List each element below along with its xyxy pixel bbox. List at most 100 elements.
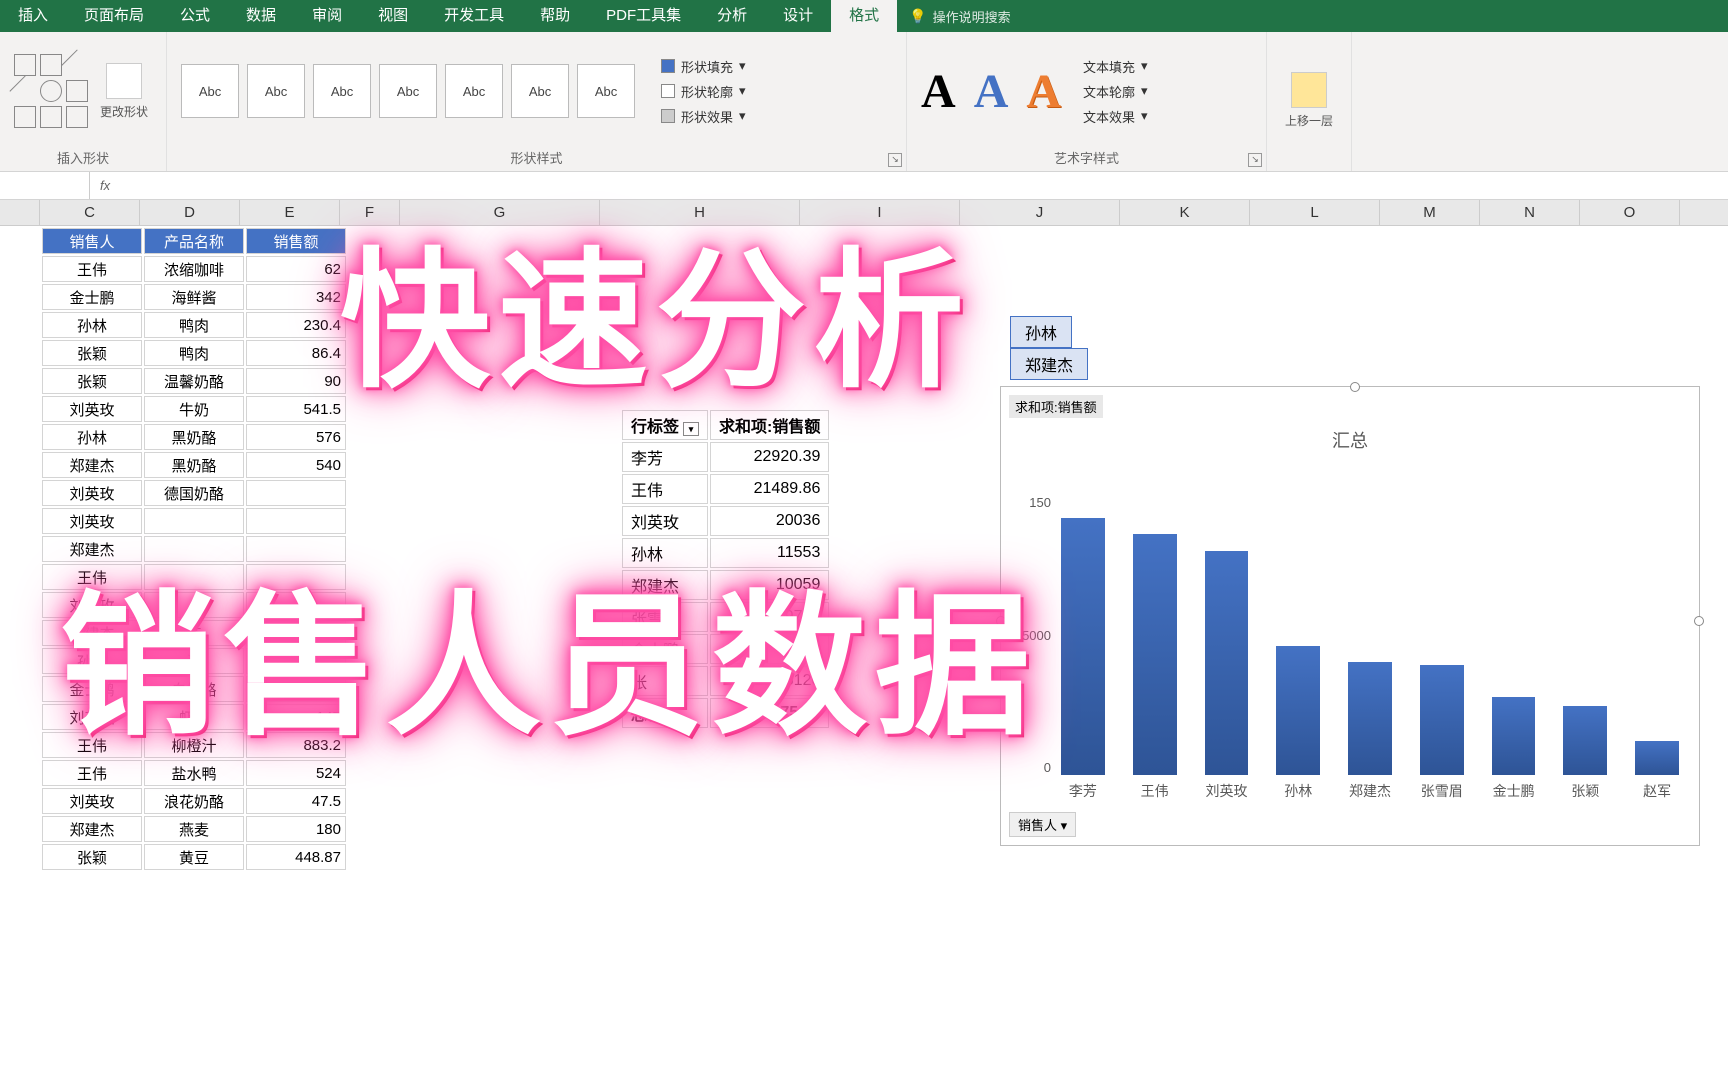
table-row[interactable]: 金士鹏白奶酪1280 [42,676,346,702]
table-row[interactable]: 孙林鸭肉230.4 [42,312,346,338]
shape-textbox-icon[interactable] [14,54,36,76]
shape-style-2[interactable]: Abc [247,64,305,118]
chart-bar[interactable] [1348,662,1392,775]
chart-title[interactable]: 汇总 [1001,427,1699,453]
shape-outline-button[interactable]: 形状轮廓 ▾ [661,82,746,101]
chart-resize-handle[interactable] [1694,616,1704,626]
table-row[interactable]: 张颖黄豆448.87 [42,844,346,870]
table-row[interactable]: 孙林黑奶酪576 [42,424,346,450]
col-header-d[interactable]: D [140,200,240,225]
tell-me-search[interactable]: 操作说明搜索 [933,7,1011,26]
table-row[interactable]: 孙林温 [42,648,346,674]
table-row[interactable]: 刘英玫 [42,592,346,618]
tab-insert[interactable]: 插入 [0,0,66,32]
wordart-style-2[interactable]: A [974,64,1009,119]
tab-design[interactable]: 设计 [765,0,831,32]
chart-bar[interactable] [1276,646,1320,775]
header-salesperson[interactable]: 销售人 [42,228,142,254]
table-row[interactable]: 郑建杰燕麦180 [42,816,346,842]
sales-data-table[interactable]: 销售人 产品名称 销售额 王伟浓缩咖啡62金士鹏海鲜酱342孙林鸭肉230.4张… [40,226,348,872]
tab-analyze[interactable]: 分析 [699,0,765,32]
shape-style-4[interactable]: Abc [379,64,437,118]
tab-review[interactable]: 审阅 [294,0,360,32]
chart-field-button[interactable]: 求和项:销售额 [1009,395,1103,418]
shape-style-7[interactable]: Abc [577,64,635,118]
col-header-m[interactable]: M [1380,200,1480,225]
col-header-g[interactable]: G [400,200,600,225]
table-row[interactable]: 张颖鸭肉86.4 [42,340,346,366]
tab-help[interactable]: 帮助 [522,0,588,32]
chart-plot-area[interactable] [1061,495,1679,775]
shape-style-1[interactable]: Abc [181,64,239,118]
pivot-row[interactable]: 郑建杰10059 [622,570,829,600]
shape-style-3[interactable]: Abc [313,64,371,118]
col-header-j[interactable]: J [960,200,1120,225]
tab-formulas[interactable]: 公式 [162,0,228,32]
pivot-sum-label[interactable]: 求和项:销售额 [710,410,829,440]
pivot-row[interactable]: 李芳22920.39 [622,442,829,472]
text-fill-button[interactable]: 文本填充 ▾ [1083,57,1148,76]
table-row[interactable]: 郑建杰苏10 [42,620,346,646]
tab-page-layout[interactable]: 页面布局 [66,0,162,32]
wordart-dialog-launcher[interactable]: ↘ [1248,153,1262,167]
shape-rect-icon[interactable] [40,54,62,76]
chart-resize-handle[interactable] [1350,382,1360,392]
chart-bar[interactable] [1563,706,1607,775]
table-row[interactable]: 刘英玫浪花奶酪47.5 [42,788,346,814]
col-header-f[interactable]: F [340,200,400,225]
tab-view[interactable]: 视图 [360,0,426,32]
chart-bar[interactable] [1205,551,1249,775]
pivot-table[interactable]: 行标签▾ 求和项:销售额 李芳22920.39王伟21489.86刘英玫2003… [620,408,831,730]
pivot-row[interactable]: 金士鹏7000 [622,634,829,664]
shape-hex-icon[interactable] [40,106,62,128]
shape-gallery[interactable] [14,54,88,128]
shape-rect2-icon[interactable] [14,106,36,128]
table-row[interactable]: 王伟柳橙汁883.2 [42,732,346,758]
text-effects-button[interactable]: 文本效果 ▾ [1083,107,1148,126]
pivot-row[interactable]: 张雪眉9787 [622,602,829,632]
table-row[interactable]: 王伟盐水鸭524 [42,760,346,786]
col-header-o[interactable]: O [1580,200,1680,225]
pivot-row[interactable]: 王伟21489.86 [622,474,829,504]
table-row[interactable]: 张颖温馨奶酪90 [42,368,346,394]
slicer-item[interactable]: 郑建杰 [1010,348,1088,380]
col-header-i[interactable]: I [800,200,960,225]
table-row[interactable]: 刘英玫 [42,508,346,534]
pivot-row[interactable]: 孙林11553 [622,538,829,568]
table-row[interactable]: 郑建杰黑奶酪540 [42,452,346,478]
col-header-h[interactable]: H [600,200,800,225]
wordart-style-1[interactable]: A [921,64,956,119]
table-row[interactable]: 刘英玫德国奶酪 [42,480,346,506]
table-row[interactable]: 金士鹏海鲜酱342 [42,284,346,310]
chart-axis-field-button[interactable]: 销售人 ▾ [1009,812,1076,837]
shape-oval-icon[interactable] [40,80,62,102]
pivot-row[interactable]: 张6120 [622,666,829,696]
wordart-gallery[interactable]: A A A [921,64,1061,119]
shape-arrow-icon[interactable] [9,75,40,106]
tab-data[interactable]: 数据 [228,0,294,32]
pivot-row-label[interactable]: 行标签▾ [622,410,708,440]
chart-bar[interactable] [1492,697,1536,775]
col-header-c[interactable]: C [40,200,140,225]
shape-styles-dialog-launcher[interactable]: ↘ [888,153,902,167]
shape-more-icon[interactable] [66,106,88,128]
shape-line-icon[interactable] [61,49,92,80]
bring-forward-button[interactable]: 上移一层 [1281,68,1337,133]
pivot-chart[interactable]: 求和项:销售额 汇总 150 5000 0 李芳王伟刘英玫孙林郑建杰张雪眉金士鹏… [1000,386,1700,846]
tab-pdf-tools[interactable]: PDF工具集 [588,0,699,32]
col-header-e[interactable]: E [240,200,340,225]
change-shape-button[interactable]: 更改形状 [96,59,152,124]
chart-bar[interactable] [1061,518,1105,775]
table-row[interactable]: 刘英玫虾米147 [42,704,346,730]
text-outline-button[interactable]: 文本轮廓 ▾ [1083,82,1148,101]
shape-effects-button[interactable]: 形状效果 ▾ [661,107,746,126]
tab-developer[interactable]: 开发工具 [426,0,522,32]
shape-fill-button[interactable]: 形状填充 ▾ [661,57,746,76]
fx-icon[interactable]: fx [90,178,120,193]
table-row[interactable]: 王伟 [42,564,346,590]
slicer-item[interactable]: 孙林 [1010,316,1072,348]
name-box[interactable] [0,172,90,199]
col-header-n[interactable]: N [1480,200,1580,225]
chart-bar[interactable] [1420,665,1464,775]
table-row[interactable]: 刘英玫牛奶541.5 [42,396,346,422]
